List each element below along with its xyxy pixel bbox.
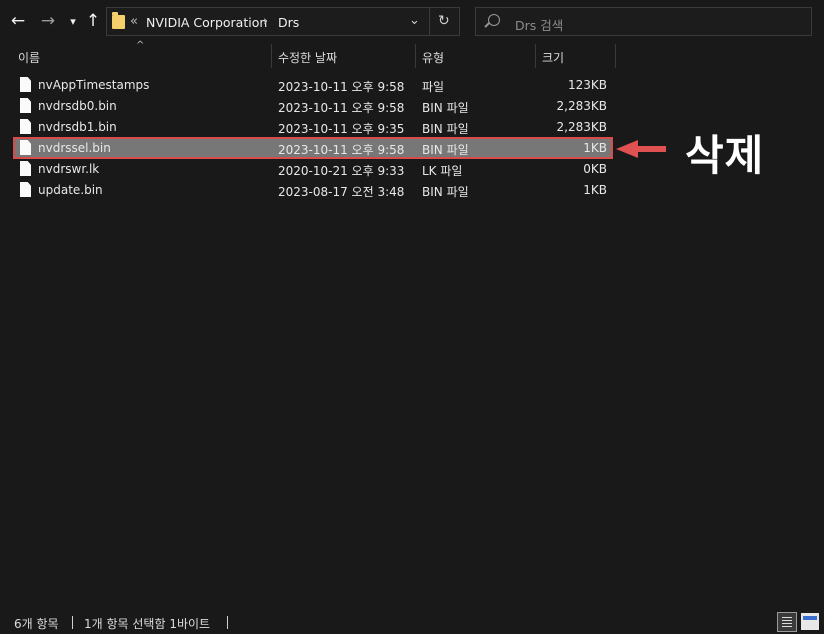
back-button[interactable]: ← (7, 10, 29, 32)
toolbar: ← → ▾ ↑ « NVIDIA Corporation › Drs ⌄ ↻ D… (0, 0, 824, 44)
column-header-type[interactable]: 유형 (422, 49, 444, 66)
file-name: nvAppTimestamps (38, 78, 150, 92)
file-row[interactable]: nvAppTimestamps 2023-10-11 오후 9:58 파일 12… (14, 75, 612, 95)
selection-info: 1개 항목 선택함 1바이트 (84, 617, 211, 631)
forward-button[interactable]: → (37, 10, 59, 32)
annotation-arrow-icon (616, 140, 668, 158)
address-bar[interactable]: « NVIDIA Corporation › Drs ⌄ ↻ (106, 7, 460, 36)
file-date: 2023-08-17 오전 3:48 (278, 185, 405, 199)
chevron-down-icon: ▾ (70, 14, 76, 28)
folder-icon (112, 12, 125, 29)
file-name: nvdrswr.lk (38, 162, 100, 176)
column-divider[interactable] (535, 44, 536, 68)
address-divider (429, 8, 430, 35)
file-name: nvdrssel.bin (38, 141, 111, 155)
file-size: 2,283KB (556, 120, 607, 134)
item-count: 6개 항목 (14, 617, 59, 631)
file-type: LK 파일 (422, 164, 463, 178)
file-type: BIN 파일 (422, 143, 469, 157)
search-box[interactable]: Drs 검색 (475, 7, 812, 36)
status-divider (227, 616, 228, 629)
sort-caret-icon: ^ (136, 40, 145, 51)
search-input[interactable]: Drs 검색 (515, 15, 563, 34)
file-size: 0KB (583, 162, 607, 176)
column-divider[interactable] (271, 44, 272, 68)
breadcrumb-nvidia-corporation[interactable]: NVIDIA Corporation (146, 15, 267, 30)
file-date: 2023-10-11 오후 9:58 (278, 101, 405, 115)
file-icon (20, 140, 31, 155)
details-view-button[interactable] (777, 612, 797, 632)
address-dropdown-icon[interactable]: ⌄ (409, 13, 420, 28)
arrow-shaft (636, 146, 666, 152)
column-header-size[interactable]: 크기 (542, 49, 564, 66)
refresh-icon[interactable]: ↻ (438, 13, 450, 29)
file-type: BIN 파일 (422, 122, 469, 136)
file-date: 2023-10-11 오후 9:35 (278, 122, 405, 136)
breadcrumb-separator-icon[interactable]: › (263, 14, 268, 29)
arrow-up-icon: ↑ (85, 10, 101, 31)
breadcrumb-drs[interactable]: Drs (278, 15, 299, 30)
recent-locations-button[interactable]: ▾ (62, 10, 84, 32)
file-type: 파일 (422, 80, 445, 94)
column-divider[interactable] (615, 44, 616, 68)
file-icon (20, 161, 31, 176)
file-row[interactable]: update.bin 2023-08-17 오전 3:48 BIN 파일 1KB (14, 180, 612, 200)
column-divider[interactable] (415, 44, 416, 68)
search-icon (488, 14, 500, 26)
file-type: BIN 파일 (422, 101, 469, 115)
file-icon (20, 98, 31, 113)
file-name: nvdrsdb0.bin (38, 99, 117, 113)
status-divider (72, 616, 73, 629)
file-name: nvdrsdb1.bin (38, 120, 117, 134)
file-size: 2,283KB (556, 99, 607, 113)
column-header-date[interactable]: 수정한 날짜 (278, 49, 337, 66)
column-headers: ^ 이름 수정한 날짜 유형 크기 (0, 40, 824, 68)
file-icon (20, 182, 31, 197)
file-size: 1KB (583, 141, 607, 155)
file-size: 123KB (567, 78, 607, 92)
file-date: 2023-10-11 오후 9:58 (278, 80, 405, 94)
file-date: 2023-10-11 오후 9:58 (278, 143, 405, 157)
column-header-name[interactable]: 이름 (18, 49, 40, 66)
annotation-label: 삭제 (685, 131, 765, 180)
arrow-right-icon: → (40, 10, 56, 31)
file-row[interactable]: nvdrsdb0.bin 2023-10-11 오후 9:58 BIN 파일 2… (14, 96, 612, 116)
file-date: 2020-10-21 오후 9:33 (278, 164, 405, 178)
file-name: update.bin (38, 183, 103, 197)
large-icons-view-button[interactable] (801, 613, 819, 630)
arrow-head (616, 140, 638, 158)
overflow-chevron-icon[interactable]: « (130, 14, 138, 29)
file-type: BIN 파일 (422, 185, 469, 199)
arrow-left-icon: ← (10, 10, 26, 31)
file-row[interactable]: nvdrsdb1.bin 2023-10-11 오후 9:35 BIN 파일 2… (14, 117, 612, 137)
file-icon (20, 77, 31, 92)
file-icon (20, 119, 31, 134)
file-size: 1KB (583, 183, 607, 197)
file-row[interactable]: nvdrswr.lk 2020-10-21 오후 9:33 LK 파일 0KB (14, 159, 612, 179)
status-bar: 6개 항목 1개 항목 선택함 1바이트 (0, 610, 824, 634)
up-button[interactable]: ↑ (82, 10, 104, 32)
file-row-selected[interactable]: nvdrssel.bin 2023-10-11 오후 9:58 BIN 파일 1… (13, 137, 613, 159)
